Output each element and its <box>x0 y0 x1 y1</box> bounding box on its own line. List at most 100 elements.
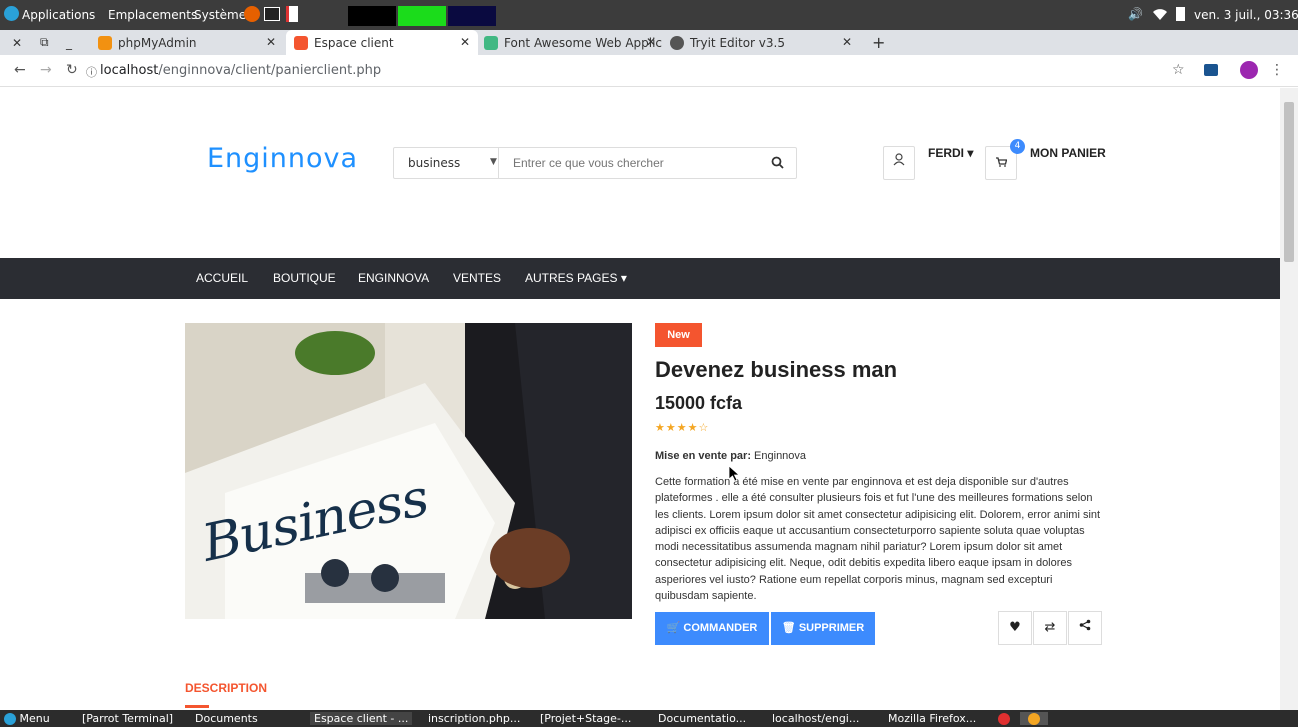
taskbar-item-firefox[interactable]: Mozilla Firefox... <box>888 712 976 725</box>
nav-item-accueil[interactable]: ACCUEIL <box>196 271 248 285</box>
close-tab-icon[interactable]: ✕ <box>460 35 470 49</box>
nav-item-boutique[interactable]: BOUTIQUE <box>273 271 336 285</box>
nav-item-ventes[interactable]: VENTES <box>453 271 501 285</box>
star-filled-icon: ★ <box>687 421 699 434</box>
caret-down-icon: ▾ <box>620 271 627 285</box>
address-bar: ← → ↻ ⓘ localhost/enginnova/client/panie… <box>0 55 1298 87</box>
product-description: Cette formation a été mise en vente par … <box>655 476 1101 603</box>
tab-espace-client[interactable]: Espace client ✕ <box>286 30 478 55</box>
seller-label: Mise en vente par: <box>655 450 751 462</box>
cart-icon: 🛒 <box>666 622 681 634</box>
taskbar-launcher-icon[interactable] <box>998 712 1010 725</box>
rating-stars: ★★★★☆ <box>655 421 709 434</box>
tab-font-awesome[interactable]: Font Awesome Web Applic ✕ <box>484 30 664 55</box>
pdf-launcher-icon[interactable] <box>286 6 298 25</box>
info-icon[interactable]: ⓘ <box>86 64 97 80</box>
bookmark-star-icon[interactable]: ☆ <box>1172 62 1185 78</box>
battery-icon[interactable] <box>1176 7 1185 24</box>
places-menu[interactable]: Emplacements <box>108 8 197 22</box>
star-filled-icon: ★ <box>665 421 677 434</box>
close-window-icon[interactable]: ✕ <box>12 30 36 55</box>
taskbar: Menu [Parrot Terminal] Documents Espace … <box>0 710 1298 727</box>
tab-label: phpMyAdmin <box>118 35 197 50</box>
user-menu[interactable]: FERDI ▾ <box>928 146 973 160</box>
delete-button[interactable]: 🗑 SUPPRIMER <box>771 612 875 645</box>
product-price: 15000 fcfa <box>655 393 743 413</box>
trash-icon: 🗑 <box>781 622 796 634</box>
taskbar-item-documents[interactable]: Documents <box>195 712 258 725</box>
taskbar-item-espace-client[interactable]: Espace client - ... <box>310 712 413 725</box>
search-input[interactable] <box>498 148 758 178</box>
chevron-down-icon[interactable]: ▼ <box>490 157 497 167</box>
memory-monitor-graph <box>398 6 446 29</box>
reload-icon[interactable]: ↻ <box>66 62 78 78</box>
product-title: Devenez business man <box>655 357 898 382</box>
cpu-monitor-graph <box>348 6 396 29</box>
cart-count-badge: 4 <box>1010 139 1025 154</box>
tab-label: Espace client <box>314 35 394 50</box>
globe-icon <box>670 35 684 50</box>
taskbar-item-localhost[interactable]: localhost/engi... <box>772 712 859 725</box>
close-tab-icon[interactable]: ✕ <box>646 35 656 49</box>
browser-menu-icon[interactable]: ⋮ <box>1270 62 1284 78</box>
search-bar: business ▼ <box>393 147 797 179</box>
url-field[interactable]: localhost/enginnova/client/panierclient.… <box>100 63 381 78</box>
cart-link[interactable]: MON PANIER <box>1030 146 1106 160</box>
phpmyadmin-favicon-icon <box>98 35 112 50</box>
seller-line: Mise en vente par: Enginnova <box>655 450 806 462</box>
tab-label: Tryit Editor v3.5 <box>690 35 785 50</box>
new-tab-button[interactable]: + <box>872 30 885 55</box>
profile-avatar-icon[interactable] <box>1240 61 1258 79</box>
taskbar-item-projet[interactable]: [Projet+Stage-... <box>540 712 631 725</box>
nav-item-enginnova[interactable]: ENGINNOVA <box>358 271 429 285</box>
tab-tryit-editor[interactable]: Tryit Editor v3.5 ✕ <box>670 30 860 55</box>
active-tab-underline <box>185 705 209 708</box>
clock[interactable]: ven. 3 juil., 03:36 <box>1194 8 1298 22</box>
nav-item-autres-pages[interactable]: AUTRES PAGES ▾ <box>525 271 627 285</box>
caret-down-icon: ▾ <box>967 146 974 160</box>
share-icon[interactable] <box>1068 611 1102 645</box>
taskbar-item-terminal[interactable]: [Parrot Terminal] <box>82 712 173 725</box>
system-menu[interactable]: Système <box>194 8 246 22</box>
tab-label: Font Awesome Web Applic <box>504 35 663 50</box>
compare-icon[interactable]: ⇄ <box>1033 611 1067 645</box>
tab-phpmyadmin[interactable]: phpMyAdmin ✕ <box>98 30 284 55</box>
taskbar-item-documentation[interactable]: Documentatio... <box>658 712 746 725</box>
mouse-cursor-icon <box>729 466 741 482</box>
volume-icon[interactable]: 🔊 <box>1128 7 1143 21</box>
close-tab-icon[interactable]: ✕ <box>842 35 852 49</box>
back-icon[interactable]: ← <box>14 62 26 78</box>
restore-window-icon[interactable]: ⧉ <box>40 30 64 55</box>
star-empty-icon: ☆ <box>698 421 710 434</box>
os-top-bar: Applications Emplacements Système 🔊 ven.… <box>0 0 1298 30</box>
espace-client-favicon-icon <box>294 35 308 50</box>
star-filled-icon: ★ <box>676 421 688 434</box>
wifi-icon[interactable] <box>1152 7 1168 24</box>
tab-description[interactable]: DESCRIPTION <box>185 681 267 695</box>
parrot-logo-icon[interactable] <box>4 6 19 24</box>
browser-tab-strip: ✕ ⧉ _ phpMyAdmin ✕ Espace client ✕ Font … <box>0 30 1298 55</box>
taskbar-chrome-icon[interactable] <box>1020 712 1048 725</box>
extension-icon[interactable] <box>1204 64 1218 76</box>
page-content: Enginnova business ▼ FERDI ▾ 4 MON PANIE… <box>0 88 1280 710</box>
main-nav: ACCUEIL BOUTIQUE ENGINNOVA VENTES AUTRES… <box>0 258 1280 299</box>
wishlist-heart-icon[interactable]: ♥ <box>998 611 1032 645</box>
site-logo[interactable]: Enginnova <box>207 143 358 174</box>
page-scrollbar[interactable] <box>1280 88 1298 710</box>
search-category-select[interactable]: business <box>408 156 460 170</box>
star-filled-icon: ★ <box>655 421 666 434</box>
applications-menu[interactable]: Applications <box>22 8 95 22</box>
taskbar-item-inscription[interactable]: inscription.php... <box>428 712 520 725</box>
search-icon[interactable] <box>771 156 784 173</box>
close-tab-icon[interactable]: ✕ <box>266 35 276 49</box>
font-awesome-favicon-icon <box>484 35 498 50</box>
minimize-window-icon[interactable]: _ <box>66 30 90 55</box>
user-icon[interactable] <box>883 146 915 180</box>
forward-icon[interactable]: → <box>40 62 52 78</box>
terminal-launcher-icon[interactable] <box>264 7 280 24</box>
scrollbar-thumb[interactable] <box>1284 102 1294 262</box>
order-button[interactable]: 🛒 COMMANDER <box>655 612 769 645</box>
firefox-launcher-icon[interactable] <box>244 6 260 25</box>
new-badge: New <box>655 323 702 347</box>
taskbar-menu[interactable]: Menu <box>4 712 50 725</box>
